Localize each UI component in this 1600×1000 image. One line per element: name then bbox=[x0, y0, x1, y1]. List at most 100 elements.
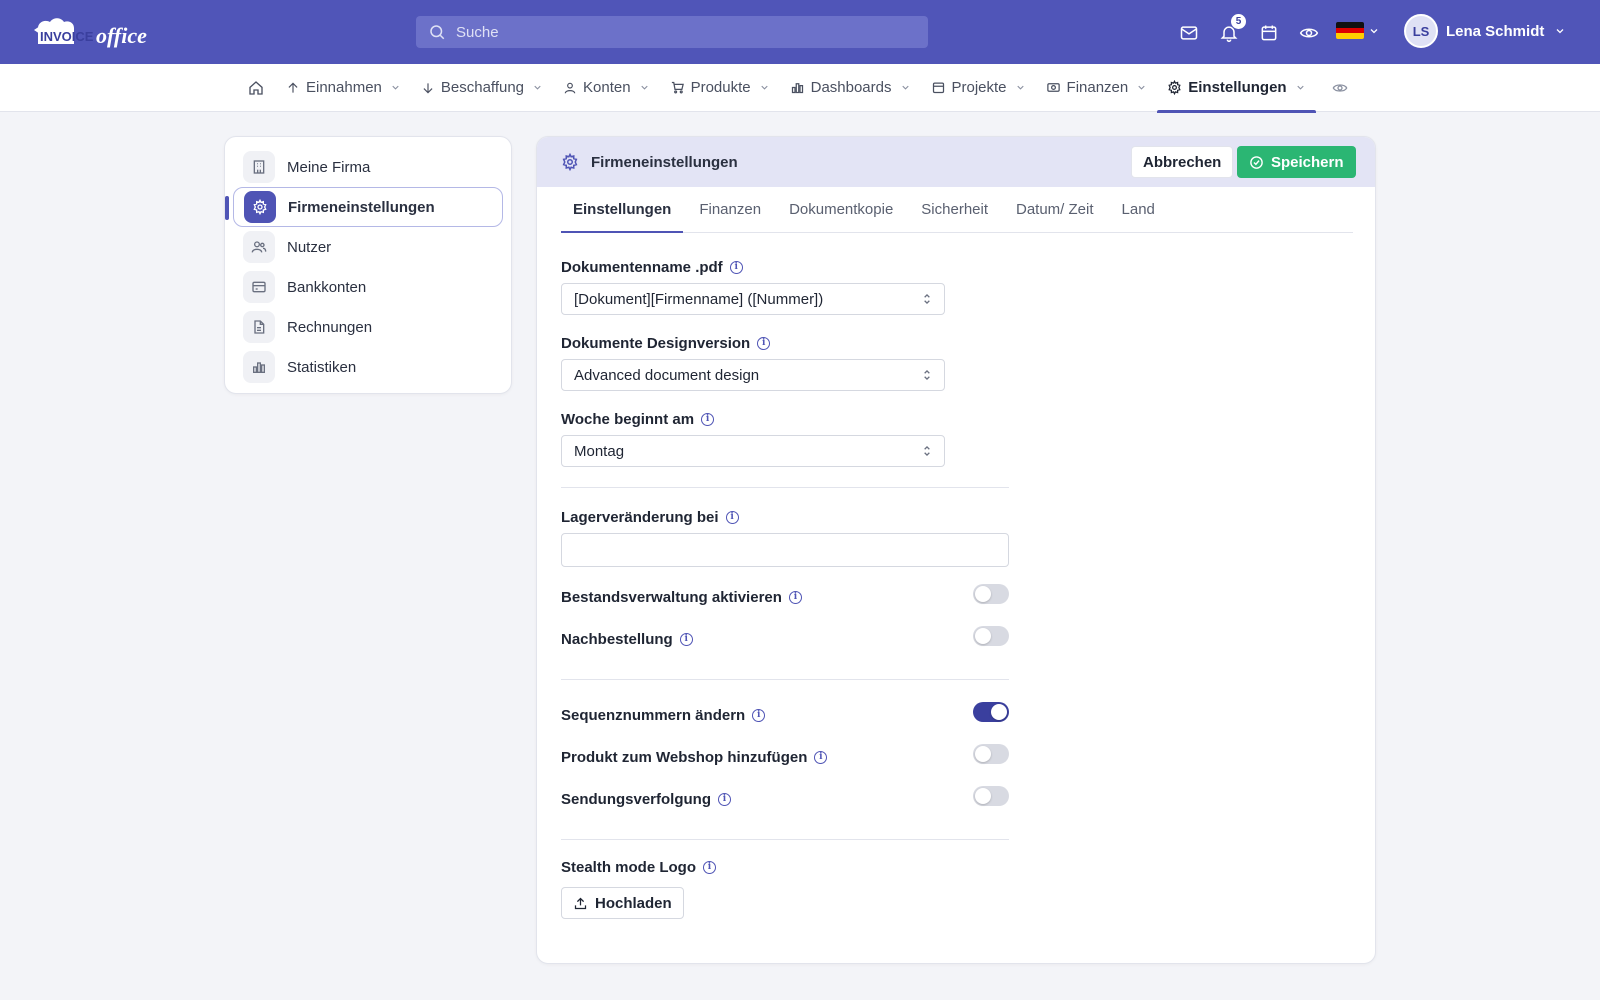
webshop-toggle[interactable] bbox=[973, 744, 1009, 764]
info-icon[interactable]: i bbox=[725, 511, 739, 524]
sidebar-item-firmeneinstellungen[interactable]: Firmeneinstellungen bbox=[225, 187, 503, 227]
bar-chart-icon bbox=[243, 351, 275, 383]
divider bbox=[561, 839, 1009, 840]
tracking-toggle[interactable] bbox=[973, 786, 1009, 806]
sidebar-item-rechnungen[interactable]: Rechnungen bbox=[233, 307, 503, 347]
sidebar-item-label: Bankkonten bbox=[287, 278, 367, 296]
cart-icon bbox=[671, 81, 684, 94]
info-icon[interactable]: i bbox=[679, 633, 693, 646]
tab-datum-zeit[interactable]: Datum/ Zeit bbox=[1004, 187, 1106, 232]
info-icon[interactable]: i bbox=[703, 861, 716, 874]
document-icon bbox=[243, 311, 275, 343]
nav-produkte[interactable]: Produkte bbox=[660, 64, 780, 112]
info-icon[interactable]: i bbox=[701, 413, 715, 426]
sidebar-item-label: Statistiken bbox=[287, 358, 357, 376]
tab-einstellungen[interactable]: Einstellungen bbox=[561, 187, 684, 233]
calendar-icon[interactable] bbox=[1256, 20, 1282, 46]
tab-sicherheit[interactable]: Sicherheit bbox=[909, 187, 1000, 232]
mail-icon[interactable] bbox=[1176, 20, 1202, 46]
home-icon bbox=[249, 80, 263, 95]
language-selector[interactable] bbox=[1336, 22, 1380, 39]
panel-title: Firmeneinstellungen bbox=[591, 153, 738, 171]
nav-einnahmen[interactable]: Einnahmen bbox=[276, 64, 411, 112]
nav-home[interactable] bbox=[242, 64, 276, 112]
sidebar-item-statistiken[interactable]: Statistiken bbox=[233, 347, 503, 387]
nav-projekte[interactable]: Projekte bbox=[921, 64, 1036, 112]
info-icon[interactable]: i bbox=[752, 709, 766, 722]
user-icon bbox=[564, 82, 576, 93]
user-menu[interactable]: LS Lena Schmidt bbox=[1404, 14, 1566, 48]
settings-tabs: Einstellungen Finanzen Dokumentkopie Sic… bbox=[561, 187, 1353, 233]
stealth-logo-label: Stealth mode Logo i bbox=[561, 859, 716, 876]
settings-panel: Firmeneinstellungen Abbrechen Speichern … bbox=[536, 136, 1376, 964]
inventory-label: Bestandsverwaltung aktivieren i bbox=[561, 589, 802, 606]
nav-visibility[interactable] bbox=[1316, 64, 1358, 112]
info-icon[interactable]: i bbox=[729, 261, 743, 274]
german-flag-icon bbox=[1336, 22, 1364, 39]
sidebar-item-meine-firma[interactable]: Meine Firma bbox=[233, 147, 503, 187]
search-bar[interactable] bbox=[416, 16, 928, 48]
design-version-select[interactable]: Advanced document design bbox=[561, 359, 945, 391]
nav-beschaffung[interactable]: Beschaffung bbox=[411, 64, 553, 112]
chevron-down-icon bbox=[534, 85, 541, 90]
money-icon bbox=[1046, 83, 1060, 92]
app-logo[interactable]: INVOICE office bbox=[32, 14, 172, 50]
credit-card-icon bbox=[243, 271, 275, 303]
bell-icon[interactable]: 5 bbox=[1216, 14, 1246, 46]
check-circle-icon bbox=[1250, 155, 1263, 169]
search-icon bbox=[430, 25, 445, 40]
tab-dokumentkopie[interactable]: Dokumentkopie bbox=[777, 187, 905, 232]
sidebar-item-label: Nutzer bbox=[287, 238, 332, 256]
eye-icon[interactable] bbox=[1296, 20, 1322, 46]
nav-dashboards[interactable]: Dashboards bbox=[780, 64, 921, 112]
webshop-label: Produkt zum Webshop hinzufügen i bbox=[561, 749, 828, 766]
arrow-up-icon bbox=[288, 82, 298, 93]
nav-konten[interactable]: Konten bbox=[553, 64, 660, 112]
nav-einstellungen[interactable]: Einstellungen bbox=[1157, 64, 1316, 113]
sidebar-item-bankkonten[interactable]: Bankkonten bbox=[233, 267, 503, 307]
info-icon[interactable]: i bbox=[757, 337, 771, 350]
info-icon[interactable]: i bbox=[788, 591, 802, 604]
notification-badge: 5 bbox=[1231, 14, 1246, 29]
info-icon[interactable]: i bbox=[814, 751, 828, 764]
search-input[interactable] bbox=[456, 23, 896, 41]
gear-icon bbox=[244, 191, 276, 223]
settings-sidebar: Meine Firma Firmeneinstellungen Nutzer B… bbox=[224, 136, 512, 394]
chevron-down-icon bbox=[392, 85, 399, 90]
tab-finanzen[interactable]: Finanzen bbox=[687, 187, 773, 232]
building-icon bbox=[243, 151, 275, 183]
save-button-label: Speichern bbox=[1271, 153, 1344, 171]
info-icon[interactable]: i bbox=[718, 793, 731, 806]
stock-change-label: Lagerveränderung bei i bbox=[561, 509, 739, 526]
chevron-down-icon bbox=[1370, 28, 1378, 33]
reorder-toggle[interactable] bbox=[973, 626, 1009, 646]
gear-icon bbox=[1168, 80, 1181, 95]
stock-change-input[interactable] bbox=[561, 533, 1009, 567]
chevron-up-down-icon bbox=[924, 294, 930, 304]
inventory-toggle[interactable] bbox=[973, 584, 1009, 604]
nav-finanzen[interactable]: Finanzen bbox=[1036, 64, 1158, 112]
chevron-down-icon bbox=[1556, 29, 1564, 34]
week-start-select[interactable]: Montag bbox=[561, 435, 945, 467]
arrow-down-icon bbox=[423, 82, 433, 93]
user-name: Lena Schmidt bbox=[1446, 22, 1545, 40]
chevron-down-icon bbox=[1016, 85, 1024, 90]
sidebar-item-nutzer[interactable]: Nutzer bbox=[233, 227, 503, 267]
doc-name-select[interactable]: [Dokument][Firmenname] ([Nummer]) bbox=[561, 283, 945, 315]
design-version-label: Dokumente Designversion i bbox=[561, 335, 771, 352]
tab-land[interactable]: Land bbox=[1110, 187, 1167, 232]
logo-text-2: office bbox=[96, 23, 147, 48]
save-button[interactable]: Speichern bbox=[1237, 146, 1356, 178]
sequence-label: Sequenznummern ändern i bbox=[561, 707, 766, 724]
doc-name-label: Dokumentenname .pdf i bbox=[561, 259, 743, 276]
cancel-button[interactable]: Abbrechen bbox=[1131, 146, 1234, 178]
sequence-toggle[interactable] bbox=[973, 702, 1009, 722]
chevron-down-icon bbox=[640, 85, 648, 90]
upload-button[interactable]: Hochladen bbox=[561, 887, 684, 919]
tracking-label: Sendungsverfolgung i bbox=[561, 791, 731, 808]
divider bbox=[561, 487, 1009, 488]
upload-icon bbox=[574, 897, 587, 909]
bar-chart-icon bbox=[791, 83, 803, 94]
sidebar-item-label: Firmeneinstellungen bbox=[288, 198, 435, 216]
calendar-icon bbox=[932, 82, 944, 94]
